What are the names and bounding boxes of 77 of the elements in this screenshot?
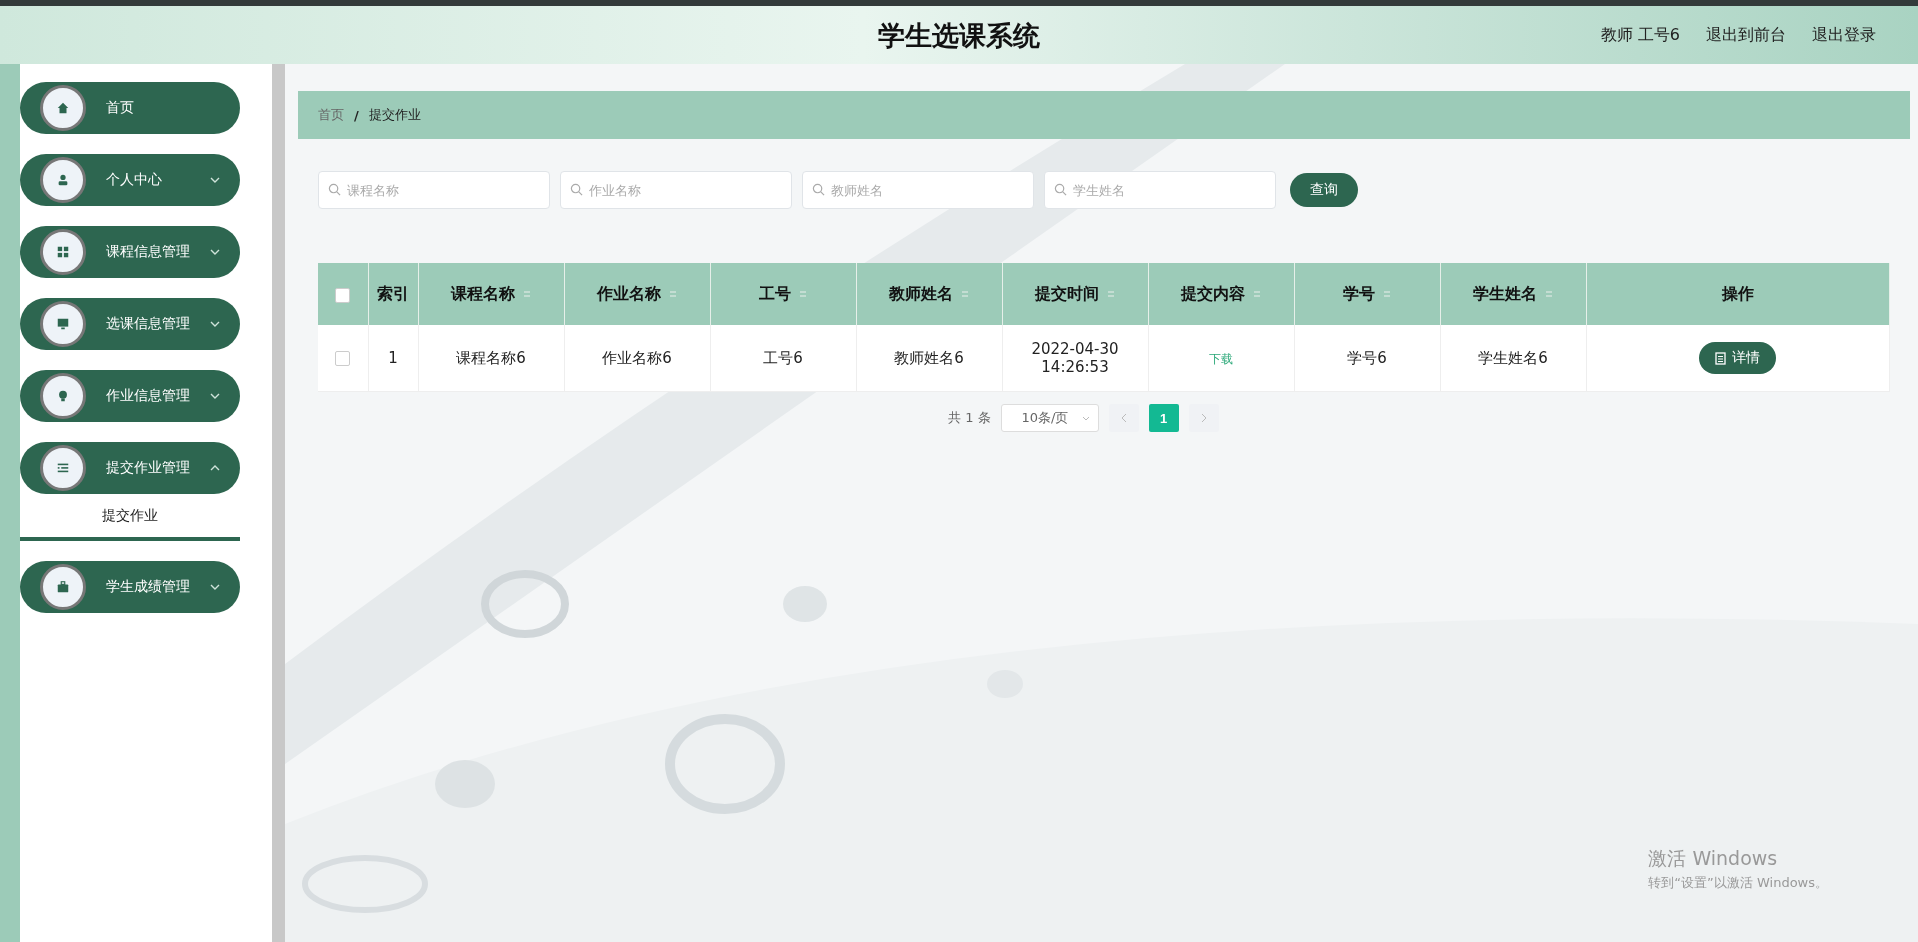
submenu-item[interactable]: 提交作业 (20, 494, 240, 541)
sidebar-item[interactable]: 提交作业管理 (20, 442, 240, 494)
next-page-button[interactable] (1188, 404, 1219, 432)
search-field[interactable]: 教师姓名 (802, 171, 1034, 209)
page-size-select[interactable]: 10条/页 (1000, 404, 1099, 432)
lightbulb-icon (56, 389, 70, 403)
row-checkbox[interactable] (335, 351, 351, 366)
document-icon (1715, 351, 1727, 365)
monitor-icon (56, 317, 70, 331)
chevron-right-icon (1200, 412, 1207, 423)
breadcrumb-item: 提交作业 (368, 106, 421, 124)
home-icon (56, 101, 70, 115)
column-header: 索引 (377, 283, 409, 303)
sort-icon[interactable] (1383, 289, 1391, 299)
chevron-left-icon (1120, 412, 1127, 423)
column-header[interactable]: 学生姓名 (1473, 283, 1537, 303)
app-title: 学生选课系统 (878, 19, 1040, 53)
header-link[interactable]: 退出登录 (1812, 24, 1876, 46)
header-link[interactable]: 退出到前台 (1706, 24, 1786, 46)
sort-icon[interactable] (669, 289, 677, 299)
column-header[interactable]: 教师姓名 (889, 283, 953, 303)
search-field[interactable]: 课程名称 (318, 171, 550, 209)
sort-icon[interactable] (523, 289, 531, 299)
total-count: 共 1 条 (948, 409, 991, 427)
table-cell: 学号6 (1347, 348, 1387, 367)
query-button[interactable]: 查询 (1290, 173, 1358, 207)
table-cell: 课程名称6 (456, 348, 526, 367)
sort-icon[interactable] (961, 289, 969, 299)
sort-icon[interactable] (1107, 289, 1115, 299)
user-icon (56, 173, 70, 187)
user-label: 教师 工号6 (1600, 24, 1680, 46)
sidebar-item[interactable]: 个人中心 (20, 154, 240, 206)
sort-icon[interactable] (799, 289, 807, 299)
sidebar-item[interactable]: 选课信息管理 (20, 298, 240, 350)
briefcase-icon (56, 580, 70, 594)
column-header[interactable]: 课程名称 (451, 283, 515, 303)
search-icon (328, 183, 341, 196)
select-all-checkbox[interactable] (335, 287, 351, 303)
table-cell: 2022-04-30 14:26:53 (1031, 340, 1119, 376)
table-cell: 1 (388, 349, 398, 367)
scrollbar[interactable] (272, 64, 285, 942)
breadcrumb-item[interactable]: 首页 (318, 106, 344, 124)
sort-icon[interactable] (1253, 289, 1261, 299)
activation-text: 转到“设置”以激活 Windows。 (1648, 874, 1828, 892)
column-header[interactable]: 作业名称 (597, 283, 661, 303)
search-icon (1054, 183, 1067, 196)
breadcrumb-separator: / (354, 107, 359, 123)
search-field[interactable]: 学生姓名 (1044, 171, 1276, 209)
previous-page-button[interactable] (1108, 404, 1139, 432)
list-icon (56, 461, 70, 475)
sidebar-item[interactable]: 学生成绩管理 (20, 561, 240, 613)
sidebar-item[interactable]: 首页 (20, 82, 240, 134)
sidebar-item[interactable]: 作业信息管理 (20, 370, 240, 422)
table-cell: 作业名称6 (602, 348, 672, 367)
search-icon (812, 183, 825, 196)
table-cell: 教师姓名6 (894, 348, 964, 367)
sidebar-item[interactable]: 课程信息管理 (20, 226, 240, 278)
caret-icon (210, 465, 220, 471)
search-field[interactable]: 作业名称 (560, 171, 792, 209)
column-header[interactable]: 工号 (759, 283, 791, 303)
caret-icon (210, 584, 220, 590)
search-icon (570, 183, 583, 196)
column-header[interactable]: 提交内容 (1181, 283, 1245, 303)
column-header[interactable]: 提交时间 (1035, 283, 1099, 303)
table-cell: 工号6 (763, 348, 803, 367)
caret-icon (210, 177, 220, 183)
grid-icon (56, 245, 70, 259)
details-button[interactable]: 详情 (1699, 342, 1777, 374)
sort-icon[interactable] (1545, 289, 1553, 299)
caret-icon (210, 393, 220, 399)
activation-title: 激活 Windows (1648, 846, 1779, 871)
table-cell: 学生姓名6 (1478, 348, 1548, 367)
column-header: 操作 (1721, 283, 1754, 303)
caret-icon (210, 249, 220, 255)
column-header[interactable]: 学号 (1343, 283, 1375, 303)
caret-icon (210, 321, 220, 327)
caret-icon (1081, 415, 1090, 421)
